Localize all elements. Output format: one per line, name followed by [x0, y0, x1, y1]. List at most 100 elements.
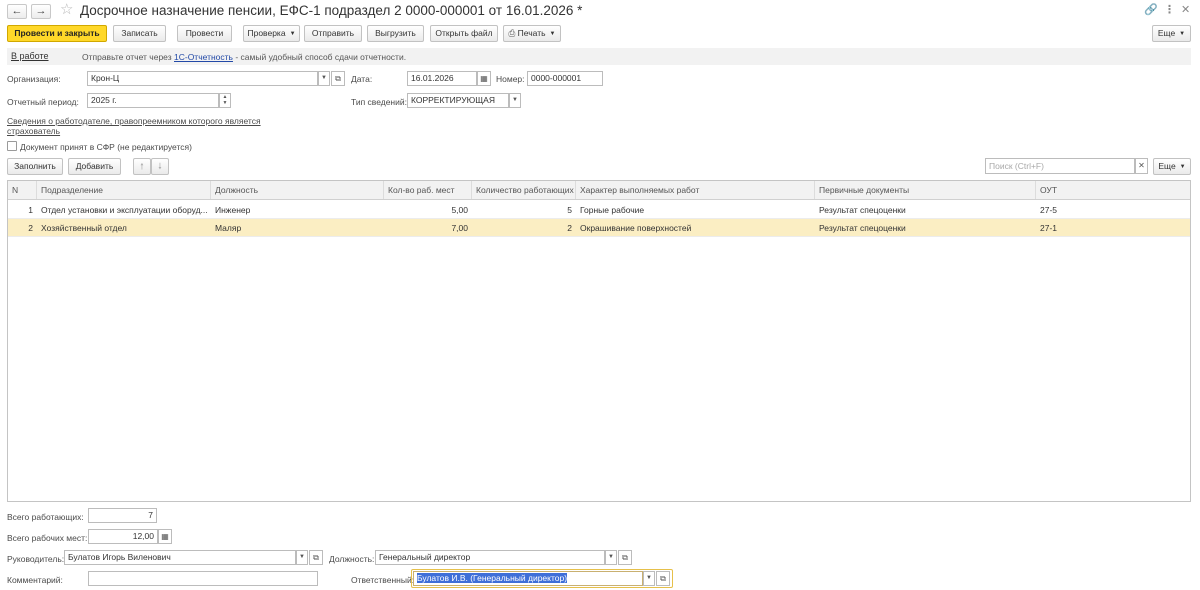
table-header: N Подразделение Должность Кол-во раб. ме…	[8, 181, 1190, 200]
column-header-n[interactable]: N	[8, 181, 37, 199]
print-button[interactable]: ⎙ Печать ▼	[503, 25, 561, 42]
save-button[interactable]: Записать	[113, 25, 166, 42]
printer-icon: ⎙	[508, 28, 518, 38]
arrow-up-icon: 🠕	[140, 161, 144, 171]
cell-out: 27-1	[1040, 223, 1058, 233]
check-label: Проверка	[247, 28, 286, 38]
more-label: Еще	[1157, 28, 1176, 38]
window-title: Досрочное назначение пенсии, ЕФС-1 подра…	[80, 3, 583, 18]
cell-n: 1	[28, 205, 33, 215]
number-field[interactable]: 0000-000001	[527, 71, 603, 86]
column-header-places[interactable]: Кол-во раб. мест	[384, 181, 472, 199]
chevron-down-icon: ▼	[1179, 164, 1186, 170]
employer-link-line2[interactable]: страхователь	[7, 126, 60, 136]
responsible-label: Ответственный:	[351, 575, 415, 585]
employer-link-line1[interactable]: Сведения о работодателе, правопреемником…	[7, 116, 261, 126]
search-clear-button[interactable]: ✕	[1135, 158, 1148, 174]
org-dropdown-button[interactable]: ▼	[318, 71, 330, 86]
search-input[interactable]: Поиск (Ctrl+F)	[985, 158, 1135, 174]
open-icon: ⧉	[660, 574, 666, 583]
info-text-before: Отправьте отчет через	[82, 52, 172, 62]
chevron-down-icon: ▼	[299, 554, 305, 560]
positions-table: N Подразделение Должность Кол-во раб. ме…	[7, 180, 1191, 502]
reporting-link[interactable]: 1С-Отчетность	[174, 52, 233, 62]
close-icon: ✕	[1138, 161, 1145, 170]
responsible-dropdown-button[interactable]: ▼	[643, 571, 655, 586]
cell-position: Маляр	[215, 223, 242, 233]
comment-label: Комментарий:	[7, 575, 63, 585]
column-header-out[interactable]: ОУТ	[1036, 181, 1190, 199]
period-label: Отчетный период:	[7, 97, 79, 107]
table-row[interactable]: 2 Хозяйственный отдел Маляр 7,00 2 Окраш…	[8, 219, 1190, 237]
post-button[interactable]: Провести	[177, 25, 232, 42]
org-label: Организация:	[7, 74, 61, 84]
cell-places: 5,00	[451, 205, 468, 215]
info-bar: В работе Отправьте отчет через 1С-Отчетн…	[7, 48, 1191, 65]
responsible-value: Булатов И.В. (Генеральный директор)	[417, 573, 568, 583]
table-more-label: Еще	[1158, 161, 1176, 171]
open-file-button[interactable]: Открыть файл	[430, 25, 498, 42]
head-position-open-button[interactable]: ⧉	[618, 550, 632, 565]
upload-button[interactable]: Выгрузить	[367, 25, 424, 42]
fill-button[interactable]: Заполнить	[7, 158, 63, 175]
move-down-button[interactable]: 🠗	[151, 158, 169, 175]
favorite-star-icon[interactable]: ☆	[60, 2, 73, 18]
more-button[interactable]: Еще ▼	[1152, 25, 1191, 42]
calendar-button[interactable]: ▦	[477, 71, 491, 86]
arrow-down-icon: 🠗	[158, 161, 162, 171]
org-open-button[interactable]: ⧉	[331, 71, 345, 86]
more-vertical-icon[interactable]: ⋮	[1164, 4, 1175, 16]
comment-field[interactable]	[88, 571, 318, 586]
move-up-button[interactable]: 🠕	[133, 158, 151, 175]
accepted-checkbox[interactable]	[7, 141, 17, 151]
period-field[interactable]: 2025 г.	[87, 93, 219, 108]
head-label: Руководитель:	[7, 554, 65, 564]
forward-button[interactable]: →	[31, 4, 51, 19]
column-header-docs[interactable]: Первичные документы	[815, 181, 1036, 199]
cell-dept: Хозяйственный отдел	[41, 223, 127, 233]
number-label: Номер:	[496, 74, 525, 84]
total-places-field: 12,00	[88, 529, 158, 544]
head-position-field[interactable]: Генеральный директор	[375, 550, 605, 565]
type-field[interactable]: КОРРЕКТИРУЮЩАЯ	[407, 93, 509, 108]
table-more-button[interactable]: Еще ▼	[1153, 158, 1191, 175]
cell-work: Окрашивание поверхностей	[580, 223, 692, 233]
type-dropdown-button[interactable]: ▼	[509, 93, 521, 108]
status-link[interactable]: В работе	[11, 51, 49, 61]
link-icon[interactable]: 🔗	[1144, 4, 1158, 16]
send-button[interactable]: Отправить	[304, 25, 362, 42]
calendar-icon: ▦	[480, 74, 488, 83]
column-header-dept[interactable]: Подразделение	[37, 181, 211, 199]
arrow-right-icon: →	[35, 5, 47, 17]
org-field[interactable]: Крон-Ц	[87, 71, 318, 86]
add-button[interactable]: Добавить	[68, 158, 121, 175]
chevron-down-icon: ▼	[608, 554, 614, 560]
post-and-close-button[interactable]: Провести и закрыть	[7, 25, 107, 42]
chevron-down-icon: ▼	[321, 75, 327, 81]
check-button[interactable]: Проверка ▼	[243, 25, 300, 42]
responsible-open-button[interactable]: ⧉	[656, 571, 670, 586]
table-row[interactable]: 1 Отдел установки и эксплуатации оборуд.…	[8, 201, 1190, 219]
total-workers-field: 7	[88, 508, 157, 523]
column-header-workers[interactable]: Количество работающих	[472, 181, 576, 199]
accepted-label: Документ принят в СФР (не редактируется)	[20, 142, 192, 152]
head-position-dropdown-button[interactable]: ▼	[605, 550, 617, 565]
head-position-label: Должность:	[329, 554, 375, 564]
cell-out: 27-5	[1040, 205, 1058, 215]
head-field[interactable]: Булатов Игорь Виленович	[64, 550, 296, 565]
column-header-position[interactable]: Должность	[211, 181, 384, 199]
head-dropdown-button[interactable]: ▼	[296, 550, 308, 565]
column-header-work[interactable]: Характер выполняемых работ	[576, 181, 815, 199]
type-label: Тип сведений:	[351, 97, 407, 107]
calculator-button[interactable]: ▦	[158, 529, 172, 544]
date-field[interactable]: 16.01.2026	[407, 71, 477, 86]
head-open-button[interactable]: ⧉	[309, 550, 323, 565]
chevron-down-icon: ▼	[1179, 31, 1186, 37]
info-text: Отправьте отчет через 1С-Отчетность - са…	[82, 52, 406, 62]
back-button[interactable]: ←	[7, 4, 27, 19]
close-icon[interactable]: ✕	[1181, 4, 1190, 16]
period-spinner[interactable]: ▲ ▼	[219, 93, 231, 108]
chevron-down-icon: ▼	[289, 31, 296, 37]
cell-docs: Результат спецоценки	[819, 205, 906, 215]
responsible-field[interactable]: Булатов И.В. (Генеральный директор)	[413, 571, 643, 586]
